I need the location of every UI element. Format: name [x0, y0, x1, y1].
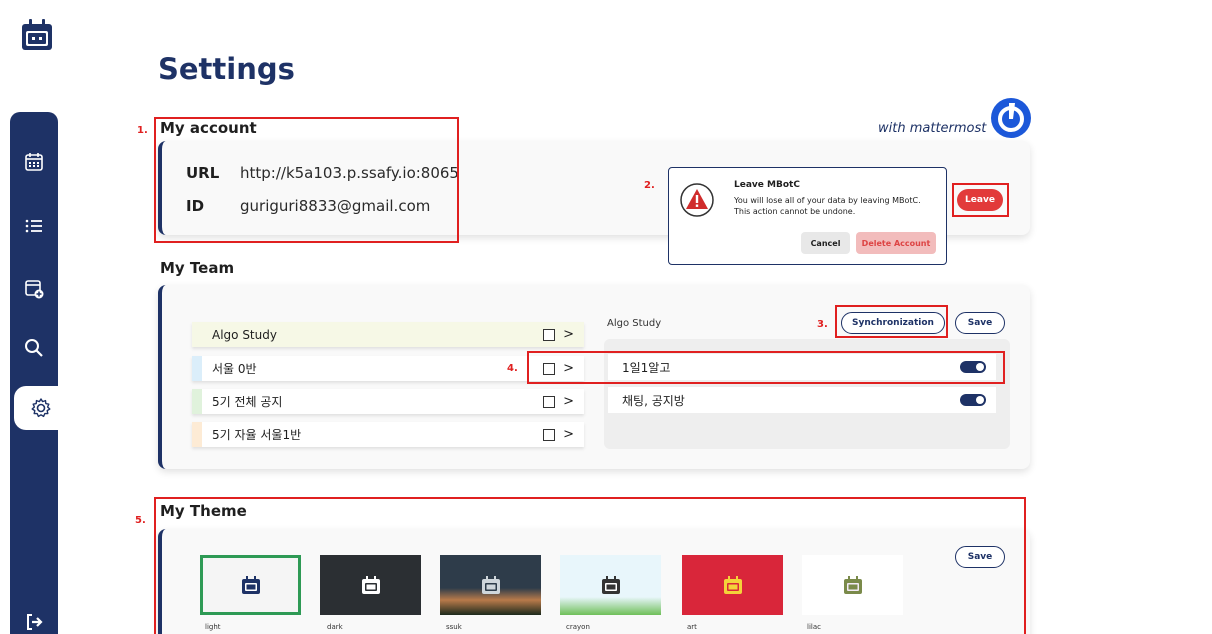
logout-icon [27, 614, 43, 630]
team-row-5th-notice[interactable]: 5기 전체 공지 > [192, 389, 584, 414]
annotation-box-sync [835, 305, 948, 338]
mattermost-logo-icon [991, 98, 1031, 138]
page-title: Settings [158, 52, 295, 86]
channel-toggle[interactable] [960, 394, 986, 406]
mbotc-logo-icon[interactable] [20, 18, 54, 52]
dialog-title: Leave MBotC [734, 180, 800, 190]
theme-option-crayon[interactable] [560, 555, 661, 615]
theme-option-lilac[interactable] [802, 555, 903, 615]
team-row-5th-seoul-1[interactable]: 5기 자율 서울1반 > [192, 422, 584, 447]
team-name: 서울 0반 [212, 362, 257, 376]
chevron-right-icon[interactable]: > [563, 394, 574, 409]
add-calendar-icon [25, 280, 44, 299]
sidebar-item-calendar[interactable] [10, 140, 58, 184]
annotation-number: 1. [137, 125, 148, 136]
annotation-number: 3. [817, 319, 828, 330]
theme-label: art [687, 623, 697, 631]
sidebar [10, 112, 68, 634]
team-color-stripe [192, 422, 202, 447]
theme-option-ssuk[interactable] [440, 555, 541, 615]
sidebar-item-settings[interactable] [14, 386, 68, 430]
chevron-right-icon[interactable]: > [563, 327, 574, 342]
team-color-stripe [192, 322, 202, 347]
sidebar-item-logout[interactable] [10, 600, 58, 634]
theme-label: light [205, 623, 221, 631]
annotation-number: 5. [135, 515, 146, 526]
team-section-title: My Team [160, 259, 235, 277]
team-checkbox[interactable] [543, 395, 556, 408]
list-icon [25, 219, 42, 233]
bot-icon [723, 576, 742, 594]
delete-account-button[interactable]: Delete Account [856, 232, 936, 254]
sidebar-item-list[interactable] [10, 204, 58, 248]
team-row-seoul-0[interactable]: 서울 0반 > [192, 356, 584, 381]
sidebar-item-search[interactable] [10, 326, 58, 370]
team-color-stripe [192, 389, 202, 414]
app-root: Settings 1. My account with mattermost U… [0, 0, 1212, 634]
theme-save-button[interactable]: Save [955, 546, 1005, 568]
team-name: Algo Study [212, 327, 277, 342]
search-icon [25, 339, 43, 357]
selected-team-title: Algo Study [607, 318, 662, 329]
cancel-button[interactable]: Cancel [801, 232, 850, 254]
team-save-button[interactable]: Save [955, 312, 1005, 334]
theme-option-dark[interactable] [320, 555, 421, 615]
warning-icon [680, 183, 714, 217]
team-name: 5기 전체 공지 [212, 395, 283, 409]
theme-label: lilac [807, 623, 821, 631]
theme-label: crayon [566, 623, 590, 631]
bot-icon [843, 576, 862, 594]
theme-option-light[interactable] [200, 555, 301, 615]
channel-name: 채팅, 공지방 [622, 393, 685, 408]
channel-row: 채팅, 공지방 [608, 387, 996, 413]
calendar-icon [25, 153, 43, 171]
team-row-algo-study[interactable]: Algo Study > [192, 322, 584, 347]
annotation-box-channel [527, 351, 1005, 384]
team-name: 5기 자율 서울1반 [212, 428, 302, 442]
annotation-number: 4. [507, 363, 518, 374]
bot-icon [361, 576, 380, 594]
chevron-right-icon[interactable]: > [563, 427, 574, 442]
sidebar-item-add-calendar[interactable] [10, 267, 58, 311]
bot-icon [481, 576, 500, 594]
bot-icon [601, 576, 620, 594]
theme-label: ssuk [446, 623, 462, 631]
team-color-stripe [192, 356, 202, 381]
dialog-message-2: This action cannot be undone. [734, 207, 856, 216]
dialog-message: You will lose all of your data by leavin… [734, 196, 921, 205]
annotation-number: 2. [644, 180, 655, 191]
theme-label: dark [327, 623, 343, 631]
annotation-box-leave [952, 183, 1009, 217]
gear-icon [31, 398, 51, 418]
mattermost-text: with mattermost [878, 121, 987, 136]
team-checkbox[interactable] [543, 428, 556, 441]
theme-option-art[interactable] [682, 555, 783, 615]
leave-dialog: Leave MBotC You will lose all of your da… [668, 167, 947, 265]
bot-icon [241, 576, 260, 594]
annotation-box-account [154, 117, 459, 243]
team-checkbox[interactable] [543, 328, 556, 341]
